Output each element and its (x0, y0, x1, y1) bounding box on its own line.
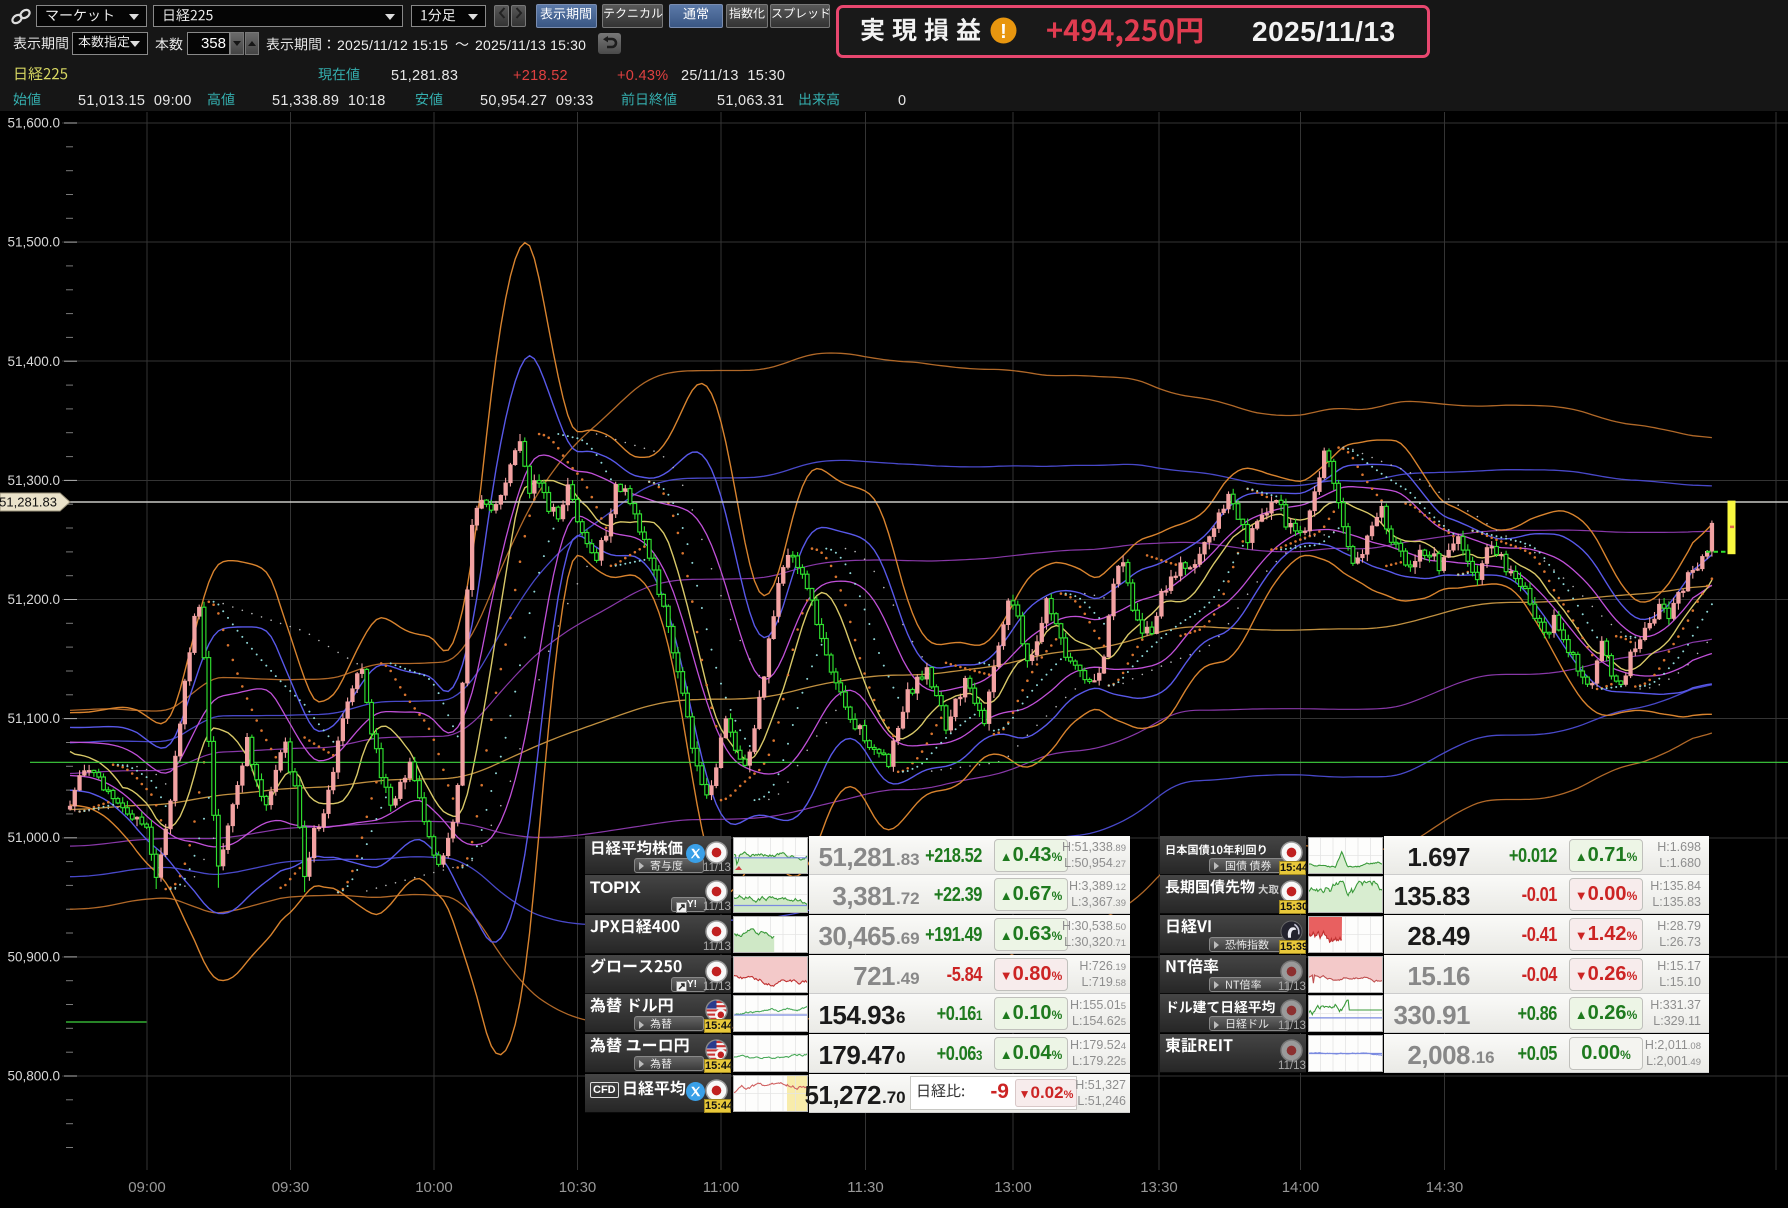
svg-text:50,900.0: 50,900.0 (7, 949, 60, 964)
svg-text:51,000.0: 51,000.0 (7, 830, 60, 845)
svg-text:51,100.0: 51,100.0 (7, 711, 60, 726)
svg-text:51,200.0: 51,200.0 (7, 592, 60, 607)
svg-text:51,600.0: 51,600.0 (7, 116, 60, 131)
svg-text:09:30: 09:30 (272, 1179, 310, 1196)
svg-text:11:30: 11:30 (847, 1179, 883, 1196)
svg-text:13:30: 13:30 (1140, 1179, 1178, 1196)
svg-text:10:30: 10:30 (559, 1179, 597, 1196)
svg-text:09:00: 09:00 (128, 1179, 166, 1196)
svg-text:14:00: 14:00 (1282, 1179, 1320, 1196)
svg-text:!: ! (1000, 21, 1007, 43)
svg-text:51,400.0: 51,400.0 (7, 354, 60, 369)
svg-text:10:00: 10:00 (415, 1179, 453, 1196)
svg-text:13:00: 13:00 (994, 1179, 1032, 1196)
svg-text:51,500.0: 51,500.0 (7, 235, 60, 250)
svg-text:51,281.83: 51,281.83 (0, 495, 57, 510)
svg-text:50,800.0: 50,800.0 (7, 1069, 60, 1084)
svg-text:14:30: 14:30 (1426, 1179, 1464, 1196)
svg-text:11:00: 11:00 (703, 1179, 739, 1196)
svg-text:51,300.0: 51,300.0 (7, 473, 60, 488)
